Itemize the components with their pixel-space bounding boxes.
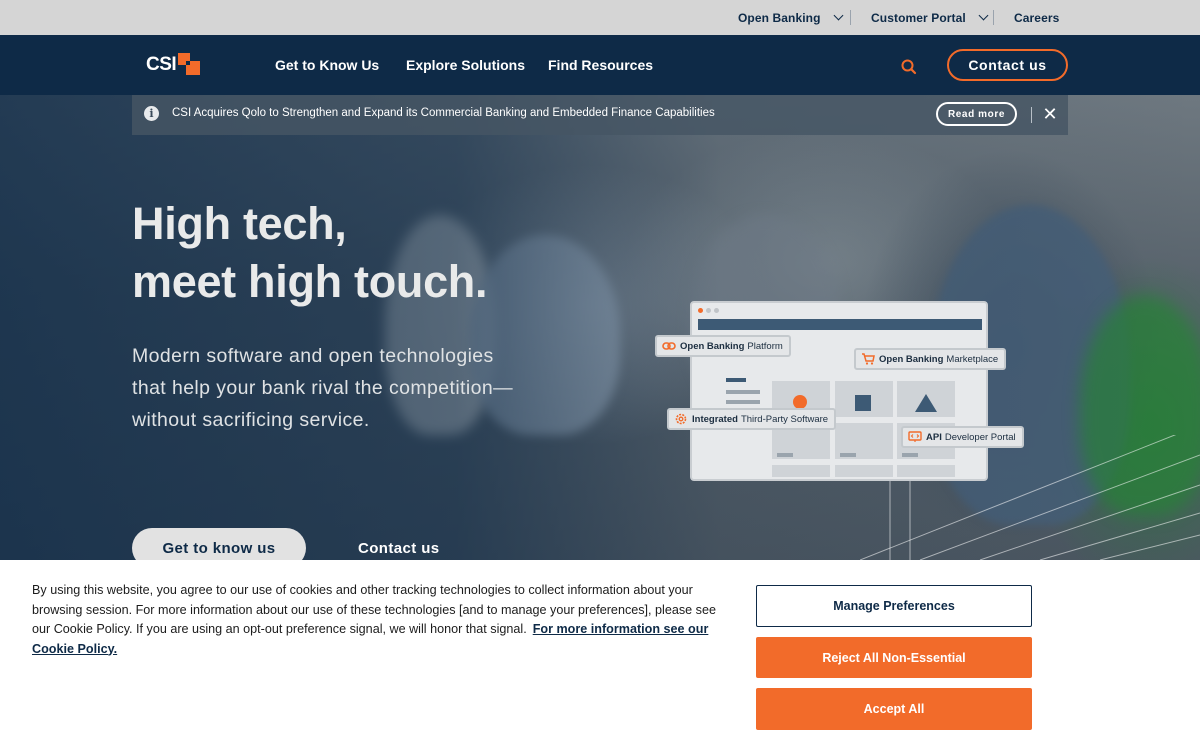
badge-bold: Open Banking <box>680 340 745 352</box>
hero-section: i CSI Acquires Qolo to Strengthen and Ex… <box>0 95 1200 560</box>
utility-bar: Open Banking Customer Portal Careers <box>0 0 1200 35</box>
announcement-text: CSI Acquires Qolo to Strengthen and Expa… <box>172 107 715 119</box>
accept-all-button[interactable]: Accept All <box>756 688 1032 730</box>
info-icon: i <box>144 106 159 121</box>
hero-subtext: Modern software and open technologies th… <box>132 345 513 431</box>
open-banking-marketplace-badge: Open Banking Marketplace <box>854 348 1007 370</box>
utility-customer-portal-label: Customer Portal <box>871 10 966 25</box>
read-more-button[interactable]: Read more <box>936 102 1017 126</box>
cookie-text: By using this website, you agree to our … <box>32 581 722 659</box>
link-icon <box>662 342 676 350</box>
announcement-bar: i CSI Acquires Qolo to Strengthen and Ex… <box>132 95 1068 135</box>
utility-customer-portal[interactable]: Customer Portal <box>871 0 989 35</box>
code-icon <box>908 431 922 442</box>
divider <box>993 10 994 25</box>
gear-icon <box>675 413 687 425</box>
utility-careers-label: Careers <box>1014 10 1060 25</box>
utility-open-banking[interactable]: Open Banking <box>738 0 843 35</box>
search-icon[interactable] <box>900 58 918 76</box>
badge-bold: API <box>926 431 942 443</box>
badge-bold: Integrated <box>692 413 738 425</box>
badge-text: Third-Party Software <box>740 413 829 425</box>
nav-explore-solutions[interactable]: Explore Solutions <box>406 35 525 95</box>
open-banking-platform-badge: Open Banking Platform <box>655 335 791 357</box>
platform-illustration <box>690 301 988 481</box>
nav-find-resources[interactable]: Find Resources <box>548 35 653 95</box>
badge-bold: Open Banking <box>879 353 944 365</box>
get-to-know-us-button[interactable]: Get to know us <box>132 528 306 560</box>
hero-headline-line-1: High tech, <box>132 198 347 249</box>
reject-all-button[interactable]: Reject All Non-Essential <box>756 637 1032 678</box>
main-nav: CSI Get to Know Us Explore Solutions Fin… <box>0 35 1200 95</box>
chevron-down-icon <box>833 10 843 21</box>
api-developer-portal-badge: API Developer Portal <box>901 426 1024 448</box>
logo[interactable]: CSI <box>146 52 202 78</box>
logo-mark-icon <box>178 53 202 77</box>
hero-headline: High tech, meet high touch. <box>132 195 488 311</box>
divider <box>850 10 851 25</box>
divider <box>1031 107 1032 123</box>
contact-us-button[interactable]: Contact us <box>947 49 1068 81</box>
manage-preferences-button[interactable]: Manage Preferences <box>756 585 1032 627</box>
logo-text: CSI <box>146 54 177 75</box>
chevron-down-icon <box>978 10 989 21</box>
nav-get-to-know-us[interactable]: Get to Know Us <box>275 35 379 95</box>
utility-careers[interactable]: Careers <box>1014 0 1059 35</box>
badge-text: Developer Portal <box>944 431 1016 443</box>
contact-us-link[interactable]: Contact us <box>358 528 440 560</box>
badge-text: Platform <box>747 340 783 352</box>
badge-text: Marketplace <box>946 353 999 365</box>
integrated-third-party-software-badge: Integrated Third-Party Software <box>667 408 837 430</box>
cart-icon <box>862 353 875 365</box>
close-icon[interactable]: ✕ <box>1040 104 1060 124</box>
cookie-banner: By using this website, you agree to our … <box>0 560 1200 750</box>
hero-headline-line-2: meet high touch. <box>132 256 488 307</box>
utility-open-banking-label: Open Banking <box>738 10 821 25</box>
